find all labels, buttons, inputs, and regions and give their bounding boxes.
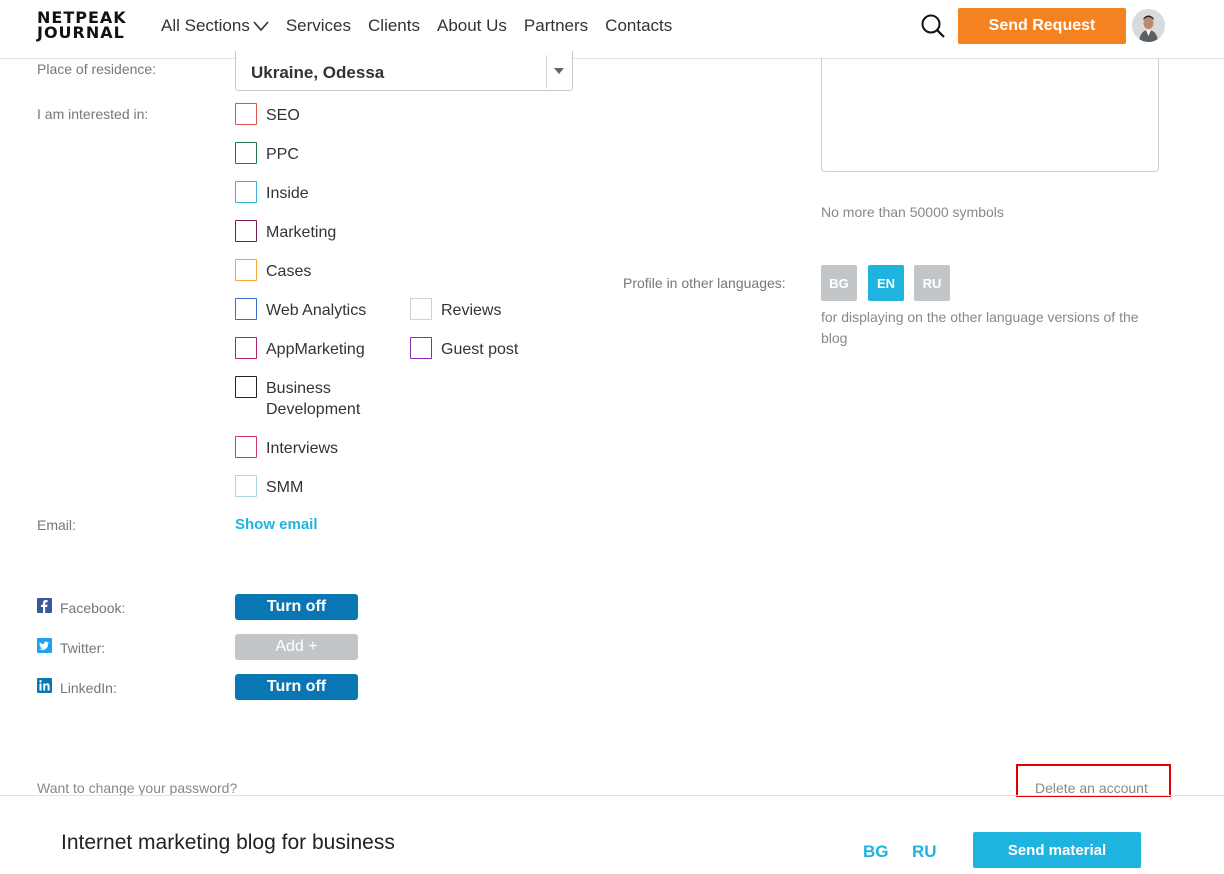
- linkedin-turn-off-button[interactable]: Turn off: [235, 674, 358, 700]
- checkbox-label: PPC: [266, 146, 299, 163]
- checkbox-web-analytics[interactable]: Web Analytics: [235, 298, 366, 321]
- checkbox-box[interactable]: [235, 376, 257, 398]
- site-logo[interactable]: NETPEAK JOURNAL: [37, 10, 127, 42]
- checkbox-guest-post[interactable]: Guest post: [410, 337, 518, 360]
- checkbox-label: AppMarketing: [266, 341, 365, 358]
- nav-all-sections[interactable]: All Sections: [161, 16, 269, 36]
- languages-note: for displaying on the other language ver…: [821, 309, 1139, 346]
- checkbox-box[interactable]: [235, 259, 257, 281]
- residence-value: Ukraine, Odessa: [251, 63, 385, 82]
- checkbox-label: Marketing: [266, 224, 337, 241]
- checkbox-cases[interactable]: Cases: [235, 259, 311, 282]
- checkbox-seo[interactable]: SEO: [235, 103, 300, 126]
- facebook-label: Facebook:: [60, 600, 126, 616]
- checkbox-box[interactable]: [235, 220, 257, 242]
- footer-lang-ru[interactable]: RU: [912, 842, 937, 862]
- nav-clients[interactable]: Clients: [368, 16, 420, 36]
- checkbox-box[interactable]: [235, 436, 257, 458]
- checkbox-box[interactable]: [410, 298, 432, 320]
- facebook-turn-off-button[interactable]: Turn off: [235, 594, 358, 620]
- checkbox-interviews[interactable]: Interviews: [235, 436, 338, 459]
- delete-account-link[interactable]: Delete an account: [1035, 780, 1148, 796]
- checkbox-box[interactable]: [235, 337, 257, 359]
- checkbox-box[interactable]: [235, 298, 257, 320]
- lang-button-en[interactable]: EN: [868, 265, 904, 301]
- checkbox-label: SEO: [266, 107, 300, 124]
- linkedin-icon: [37, 678, 52, 693]
- checkbox-box[interactable]: [235, 103, 257, 125]
- checkbox-inside[interactable]: Inside: [235, 181, 309, 204]
- checkbox-business-development[interactable]: Business Development: [235, 376, 386, 420]
- select-divider: [546, 55, 547, 89]
- checkbox-label: Business Development: [266, 380, 361, 418]
- user-photo-icon: [1132, 9, 1165, 42]
- nav-all-sections-label: All Sections: [161, 16, 250, 35]
- linkedin-label: LinkedIn:: [60, 680, 117, 696]
- facebook-icon: [37, 598, 52, 613]
- checkbox-label: Reviews: [441, 302, 502, 319]
- footer-divider: [0, 795, 1224, 796]
- footer-title: Internet marketing blog for business: [61, 831, 395, 854]
- send-request-button[interactable]: Send Request: [958, 8, 1126, 44]
- twitter-add-button[interactable]: Add +: [235, 634, 358, 660]
- twitter-icon: [37, 638, 52, 653]
- chevron-down-icon: [253, 21, 269, 32]
- checkbox-ppc[interactable]: PPC: [235, 142, 299, 165]
- lang-button-bg[interactable]: BG: [821, 265, 857, 301]
- residence-label: Place of residence:: [37, 61, 157, 77]
- change-password-link[interactable]: Want to change your password?: [37, 780, 237, 796]
- checkbox-marketing[interactable]: Marketing: [235, 220, 336, 243]
- checkbox-appmarketing[interactable]: AppMarketing: [235, 337, 365, 360]
- nav-about-us[interactable]: About Us: [437, 16, 507, 36]
- symbols-limit-note: No more than 50000 symbols: [821, 204, 1004, 220]
- nav-partners[interactable]: Partners: [524, 16, 588, 36]
- residence-select[interactable]: Ukraine, Odessa: [235, 51, 573, 91]
- main-nav: All Sections Services Clients About Us P…: [161, 16, 689, 36]
- show-email-link[interactable]: Show email: [235, 516, 318, 533]
- email-label: Email:: [37, 517, 76, 533]
- logo-line-2: JOURNAL: [37, 23, 125, 42]
- nav-services[interactable]: Services: [286, 16, 351, 36]
- checkbox-reviews[interactable]: Reviews: [410, 298, 501, 321]
- footer-lang-bg[interactable]: BG: [863, 842, 889, 862]
- lang-button-ru[interactable]: RU: [914, 265, 950, 301]
- checkbox-label: Guest post: [441, 341, 519, 358]
- nav-contacts[interactable]: Contacts: [605, 16, 672, 36]
- send-material-button[interactable]: Send material: [973, 832, 1141, 868]
- checkbox-smm[interactable]: SMM: [235, 475, 303, 498]
- interests-label: I am interested in:: [37, 106, 149, 122]
- about-textarea[interactable]: [821, 58, 1159, 172]
- checkbox-label: Cases: [266, 263, 312, 280]
- checkbox-box[interactable]: [235, 181, 257, 203]
- checkbox-box[interactable]: [410, 337, 432, 359]
- checkbox-label: Web Analytics: [266, 302, 367, 319]
- checkbox-box[interactable]: [235, 142, 257, 164]
- checkbox-box[interactable]: [235, 475, 257, 497]
- checkbox-label: Inside: [266, 185, 309, 202]
- dropdown-arrow-icon[interactable]: [554, 68, 564, 74]
- avatar[interactable]: [1132, 9, 1165, 42]
- search-icon[interactable]: [920, 13, 946, 39]
- twitter-label: Twitter:: [60, 640, 106, 656]
- checkbox-label: SMM: [266, 479, 304, 496]
- checkbox-label: Interviews: [266, 440, 339, 457]
- top-header: NETPEAK JOURNAL All Sections Services Cl…: [0, 0, 1224, 59]
- other-languages-label: Profile in other languages:: [623, 275, 786, 291]
